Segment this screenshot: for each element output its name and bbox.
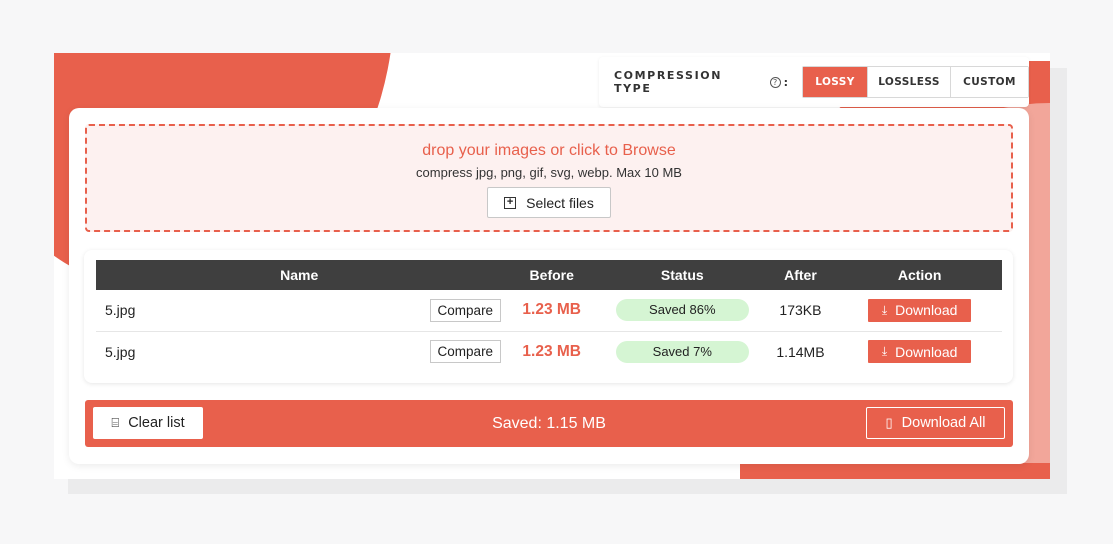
lossless-option[interactable]: LOSSLESS <box>868 67 951 97</box>
compression-type-selector: COMPRESSION TYPE ? : LOSSY LOSSLESS CUST… <box>599 57 1029 107</box>
download-all-button[interactable]: ▯ Download All <box>866 407 1005 439</box>
compression-type-label: COMPRESSION TYPE <box>614 69 723 95</box>
results-table: Name Before Status After Action 5.jpg Co… <box>96 260 1002 372</box>
download-label: Download <box>895 302 958 319</box>
header-status: Status <box>660 267 704 283</box>
table-header-row: Name Before Status After Action <box>96 260 1002 290</box>
clear-list-icon: ⌸ <box>111 415 120 430</box>
help-icon[interactable]: ? <box>769 76 781 88</box>
download-button[interactable]: ⤓ Download <box>868 340 972 364</box>
header-before: Before <box>529 267 574 283</box>
summary-bar: ⌸ Clear list Saved: 1.15 MB ▯ Download A… <box>85 400 1013 447</box>
header-after: After <box>784 267 817 283</box>
dropzone-title: drop your images or click to Browse <box>422 142 676 159</box>
header-name: Name <box>280 267 319 283</box>
compression-type-options: LOSSY LOSSLESS CUSTOM <box>802 66 1029 98</box>
custom-option[interactable]: CUSTOM <box>951 67 1028 97</box>
file-icon: ▯ <box>885 415 893 430</box>
download-icon: ⤓ <box>881 344 888 359</box>
download-label: Download <box>895 343 958 360</box>
size-after: 1.14MB <box>776 343 825 360</box>
lossy-option[interactable]: LOSSY <box>803 67 868 97</box>
main-card: drop your images or click to Browse comp… <box>69 108 1029 464</box>
table-row: 5.jpg Compare 1.23 MB Saved 86% 173KB ⤓ … <box>96 290 1002 331</box>
file-name: 5.jpg <box>105 302 136 319</box>
download-button[interactable]: ⤓ Download <box>868 298 972 322</box>
header-action: Action <box>897 267 942 283</box>
download-icon: ⤓ <box>881 302 888 317</box>
file-dropzone[interactable]: drop your images or click to Browse comp… <box>85 124 1013 232</box>
status-badge: Saved 86% <box>615 299 749 322</box>
clear-list-label: Clear list <box>128 415 185 431</box>
select-files-label: Select files <box>526 194 594 211</box>
file-name: 5.jpg <box>105 343 136 360</box>
dropzone-subtitle: compress jpg, png, gif, svg, webp. Max 1… <box>416 165 682 180</box>
add-file-icon: + <box>504 196 517 209</box>
size-before: 1.23 MB <box>522 301 582 319</box>
select-files-button[interactable]: + Select files <box>487 187 611 218</box>
compare-button[interactable]: Compare <box>429 298 502 322</box>
size-before: 1.23 MB <box>522 342 582 360</box>
clear-list-button[interactable]: ⌸ Clear list <box>93 407 203 439</box>
compressor-panel: COMPRESSION TYPE ? : LOSSY LOSSLESS CUST… <box>54 53 1050 479</box>
download-all-label: Download All <box>901 415 986 431</box>
compare-button[interactable]: Compare <box>429 340 502 364</box>
size-after: 173KB <box>779 302 822 319</box>
compression-type-colon: : <box>783 75 788 89</box>
table-row: 5.jpg Compare 1.23 MB Saved 7% 1.14MB ⤓ … <box>96 331 1002 372</box>
results-table-container: Name Before Status After Action 5.jpg Co… <box>84 250 1013 383</box>
status-badge: Saved 7% <box>615 340 749 363</box>
